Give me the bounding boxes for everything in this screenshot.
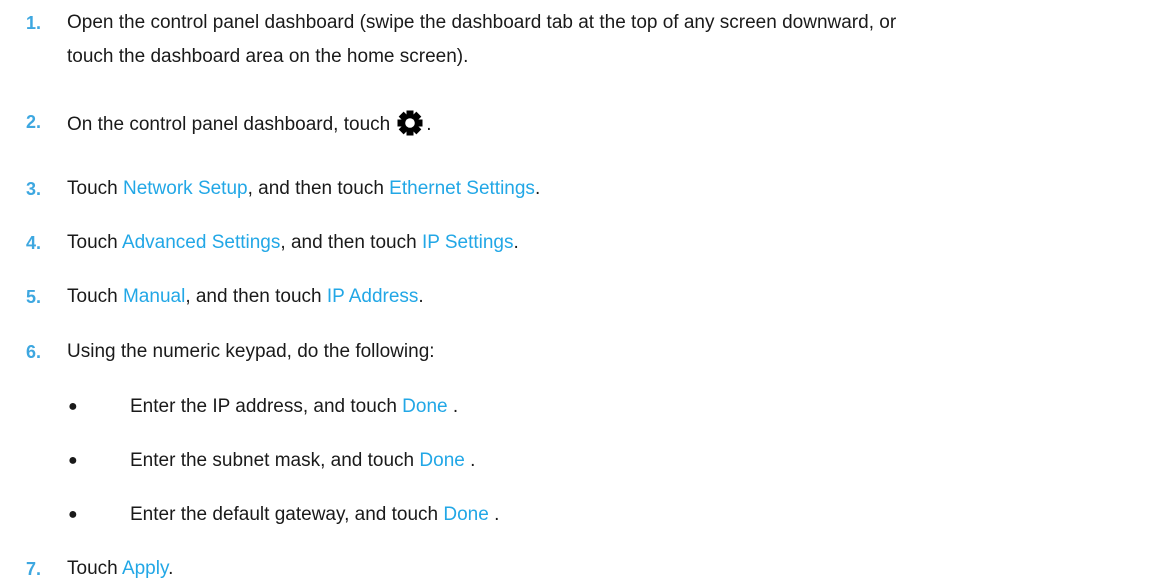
step-number: 6. [26, 342, 42, 362]
ethernet-settings-link[interactable]: Ethernet Settings [389, 178, 535, 199]
step-number: 7. [26, 559, 42, 579]
gear-icon [396, 109, 424, 145]
step-number: 3. [26, 179, 42, 199]
step-text: Using the numeric keypad, do the followi… [67, 341, 435, 362]
network-setup-link[interactable]: Network Setup [123, 178, 248, 199]
bullet-icon: ● [68, 398, 78, 415]
step-number: 4. [26, 233, 42, 253]
step-text: On the control panel dashboard, touch [67, 114, 391, 135]
apply-link[interactable]: Apply [122, 558, 168, 579]
step-text-continued: touch the dashboard area on the home scr… [67, 46, 469, 67]
bullet-icon: ● [68, 506, 78, 523]
done-link[interactable]: Done [419, 450, 464, 471]
done-link[interactable]: Done [402, 396, 447, 417]
advanced-settings-link[interactable]: Advanced Settings [122, 232, 280, 253]
step-number: 1. [26, 13, 42, 33]
step-number: 2. [26, 112, 42, 132]
ip-settings-link[interactable]: IP Settings [422, 232, 514, 253]
step-text: Open the control panel dashboard (swipe … [67, 12, 897, 33]
bullet-icon: ● [68, 452, 78, 469]
done-link[interactable]: Done [443, 504, 488, 525]
manual-link[interactable]: Manual [123, 286, 185, 307]
step-number: 5. [26, 287, 42, 307]
ip-address-link[interactable]: IP Address [327, 286, 419, 307]
